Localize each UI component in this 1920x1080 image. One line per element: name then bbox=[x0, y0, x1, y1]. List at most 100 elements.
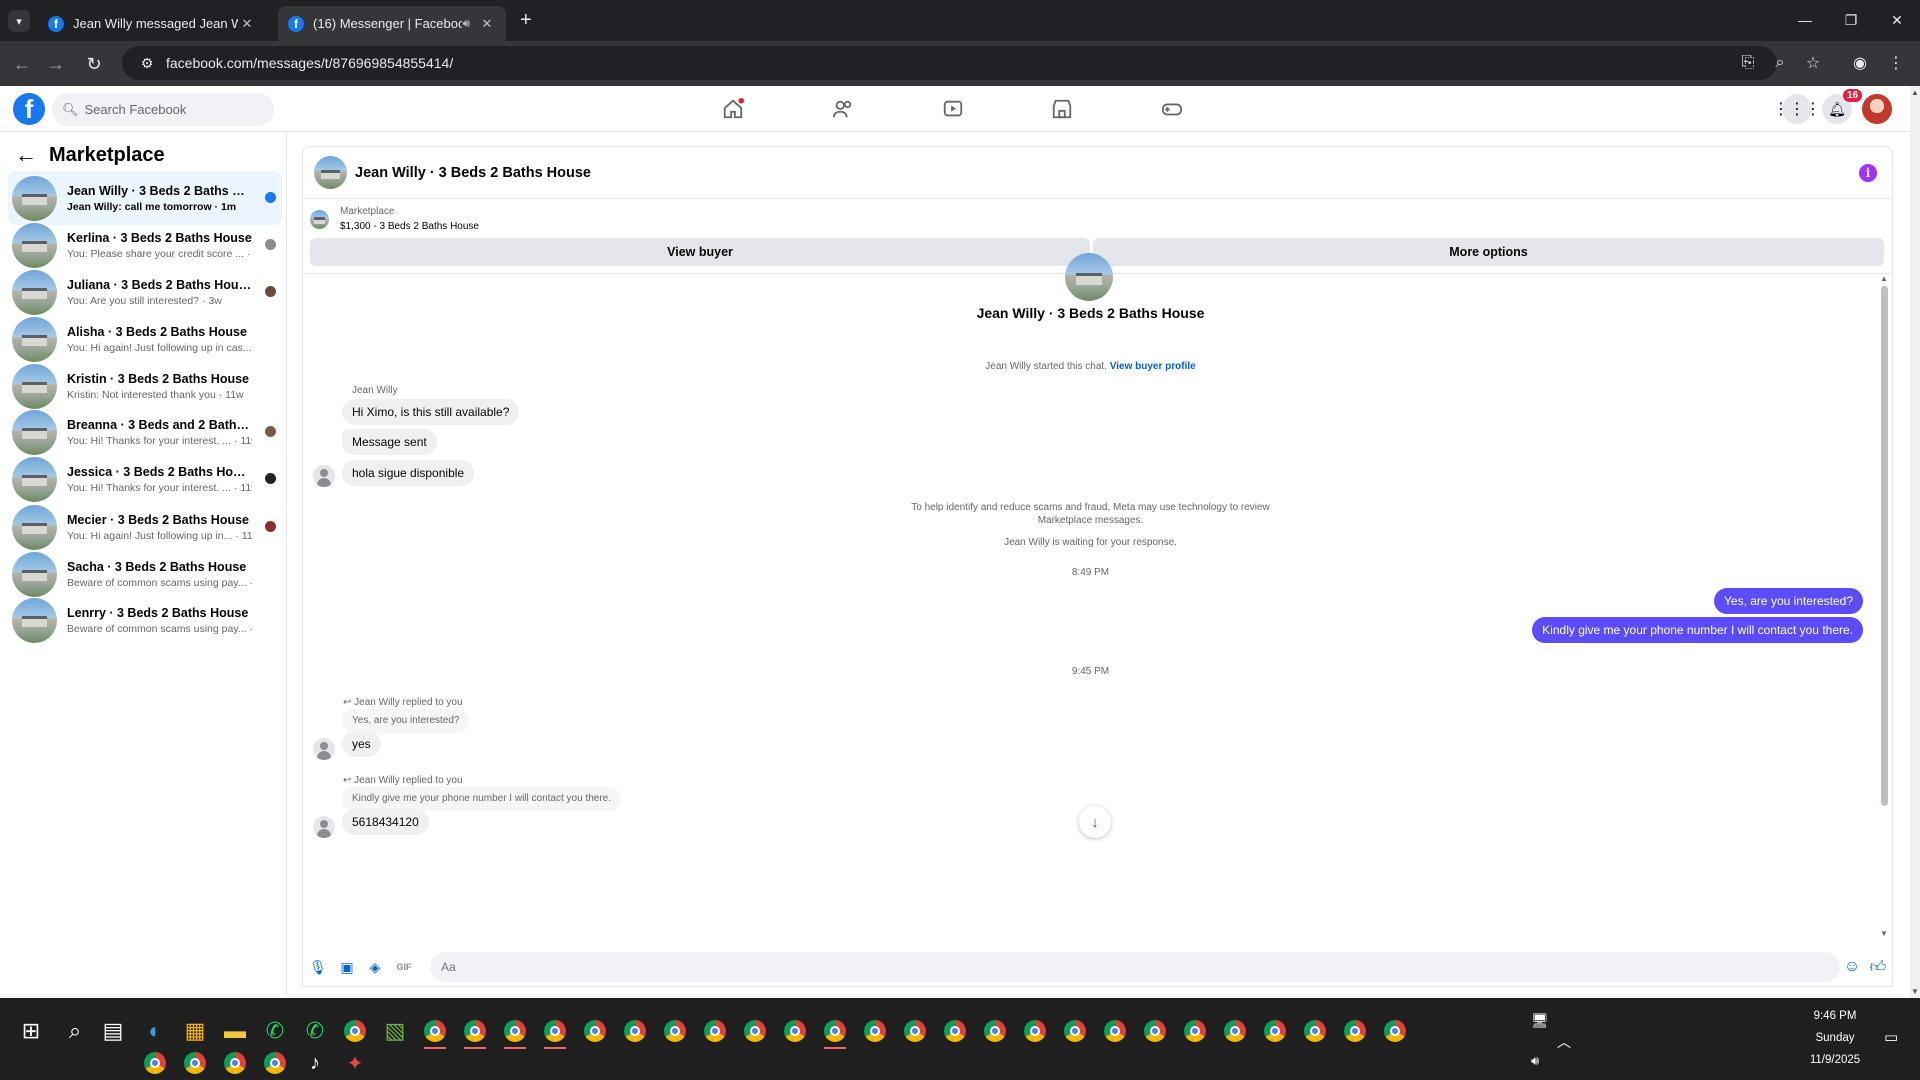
chrome-profile-icon[interactable] bbox=[620, 1016, 650, 1046]
sender-avatar[interactable] bbox=[313, 465, 335, 487]
site-settings-icon[interactable]: ⚙ bbox=[132, 55, 162, 72]
marketplace-icon[interactable] bbox=[1049, 96, 1075, 122]
incoming-message[interactable]: hola sigue disponible bbox=[342, 460, 475, 486]
back-icon[interactable]: ← bbox=[10, 52, 34, 76]
close-tab-icon[interactable]: ✕ bbox=[478, 15, 496, 33]
photo-icon[interactable]: ▣ bbox=[337, 957, 357, 977]
install-app-icon[interactable]: ⎘ bbox=[1737, 52, 1759, 74]
scroll-down-arrow-icon[interactable]: ▼ bbox=[1880, 929, 1888, 938]
volume-icon[interactable]: 🔊︎ bbox=[1531, 1053, 1539, 1069]
sender-avatar[interactable] bbox=[313, 816, 335, 838]
task-view-icon[interactable]: ▤ bbox=[98, 1016, 128, 1046]
clock-time[interactable]: 9:46 PM bbox=[1795, 1010, 1875, 1022]
conversation-item[interactable]: Kerlina · 3 Beds 2 Baths House You: Pleas… bbox=[8, 218, 282, 272]
view-buyer-button[interactable]: View buyer bbox=[310, 238, 1090, 266]
gaming-icon[interactable] bbox=[1159, 96, 1185, 122]
page-scroll-down-icon[interactable]: ▼ bbox=[1911, 987, 1919, 996]
restore-icon[interactable]: ❐ bbox=[1828, 0, 1874, 40]
edge-icon[interactable]: ◐ bbox=[140, 1016, 170, 1046]
chrome-profile-icon[interactable] bbox=[1340, 1016, 1370, 1046]
chrome-profile-icon[interactable] bbox=[460, 1016, 490, 1049]
speaker-icon[interactable]: 🔊︎ bbox=[462, 16, 470, 31]
reload-icon[interactable]: ↻ bbox=[82, 52, 106, 76]
forward-icon[interactable]: → bbox=[44, 52, 68, 76]
menu-grid-icon[interactable]: ⋮⋮⋮ bbox=[1773, 94, 1821, 124]
view-buyer-profile-link[interactable]: View buyer profile bbox=[1110, 361, 1196, 372]
message-input[interactable] bbox=[430, 952, 1840, 982]
gif-icon[interactable]: GIF bbox=[394, 957, 414, 977]
incoming-message[interactable]: yes bbox=[342, 731, 381, 757]
chat-avatar[interactable] bbox=[314, 156, 347, 189]
chrome-profile-icon[interactable] bbox=[500, 1016, 530, 1049]
chrome-profile-icon[interactable] bbox=[940, 1016, 970, 1046]
scrollbar-thumb[interactable] bbox=[1881, 286, 1888, 806]
friends-icon[interactable] bbox=[830, 96, 856, 122]
chrome-profile-icon[interactable] bbox=[1380, 1016, 1410, 1046]
account-avatar[interactable] bbox=[1862, 94, 1892, 124]
conversation-item[interactable]: Juliana · 3 Beds 2 Baths House You: Are y… bbox=[8, 265, 282, 319]
chrome-profile-icon[interactable] bbox=[780, 1016, 810, 1046]
conversation-item[interactable]: Jean Willy · 3 Beds 2 Baths House Jean Wi… bbox=[8, 171, 282, 225]
file-explorer-icon[interactable]: ▬ bbox=[220, 1016, 250, 1046]
clock-date[interactable]: 11/9/2025 bbox=[1795, 1054, 1875, 1066]
show-hidden-icons-icon[interactable]: ︿ bbox=[1557, 1032, 1571, 1052]
chrome-profile-icon[interactable] bbox=[820, 1016, 850, 1049]
conversation-item[interactable]: Alisha · 3 Beds 2 Baths House You: Hi aga… bbox=[8, 312, 282, 366]
browser-tab-1[interactable]: f Jean Willy messaged Jean Willy ✕ bbox=[38, 6, 266, 41]
chrome-profile-icon[interactable] bbox=[140, 1048, 170, 1078]
listing-summary[interactable]: Marketplace $1,300 - 3 Beds 2 Baths Hous… bbox=[310, 204, 479, 234]
chrome-profile-icon[interactable] bbox=[260, 1048, 290, 1078]
emoji-icon[interactable]: ☺ bbox=[1842, 957, 1862, 977]
media-app-icon[interactable]: ✦ bbox=[340, 1048, 370, 1078]
outgoing-message[interactable]: Yes, are you interested? bbox=[1714, 588, 1863, 614]
page-scroll-up-icon[interactable]: ▲ bbox=[1911, 88, 1919, 97]
facebook-logo-icon[interactable]: f bbox=[13, 93, 45, 125]
chrome-profile-icon[interactable] bbox=[580, 1016, 610, 1046]
chrome-profile-icon[interactable] bbox=[540, 1016, 570, 1049]
message-scrollbar[interactable]: ▲ ▼ bbox=[1879, 274, 1890, 938]
browser-tab-2[interactable]: f (16) Messenger | Facebook 🔊︎ ✕ bbox=[278, 6, 506, 41]
chrome-icon[interactable] bbox=[340, 1016, 370, 1046]
browser-menu-icon[interactable]: ⋮ bbox=[1885, 52, 1907, 74]
video-icon[interactable] bbox=[940, 96, 966, 122]
chrome-profile-icon[interactable] bbox=[860, 1016, 890, 1046]
chat-title[interactable]: Jean Willy · 3 Beds 2 Baths House bbox=[355, 165, 591, 181]
sender-avatar[interactable] bbox=[313, 738, 335, 760]
conversation-item[interactable]: Lenrry · 3 Beds 2 Baths House Beware of c… bbox=[8, 593, 282, 647]
microsoft-store-icon[interactable]: ▦ bbox=[180, 1016, 210, 1046]
incoming-message[interactable]: Message sent bbox=[342, 429, 437, 455]
chrome-profile-icon[interactable] bbox=[180, 1048, 210, 1078]
scroll-to-bottom-button[interactable]: ↓ bbox=[1079, 806, 1111, 838]
microphone-icon[interactable]: 🎙︎ bbox=[308, 957, 328, 977]
outgoing-message[interactable]: Kindly give me your phone number I will … bbox=[1532, 617, 1863, 643]
conversation-item[interactable]: Breanna · 3 Beds and 2 Baths H... You: Hi… bbox=[8, 405, 282, 459]
conversation-item[interactable]: Jessica · 3 Beds 2 Baths House You: Hi! T… bbox=[8, 452, 282, 506]
notepad-icon[interactable]: ▧ bbox=[380, 1016, 410, 1046]
home-icon[interactable] bbox=[720, 96, 746, 122]
quoted-message[interactable]: Yes, are you interested? bbox=[342, 709, 470, 733]
close-window-icon[interactable]: ✕ bbox=[1874, 0, 1920, 40]
chrome-profile-icon[interactable] bbox=[220, 1048, 250, 1078]
sticker-icon[interactable]: ◈ bbox=[365, 957, 385, 977]
scroll-up-icon[interactable]: ▲ bbox=[1880, 274, 1888, 283]
profile-icon[interactable]: ◉ bbox=[1849, 52, 1871, 74]
like-thumbs-up-icon[interactable]: 👍︎ bbox=[1868, 957, 1888, 977]
conversation-item[interactable]: Mecier · 3 Beds 2 Baths House You: Hi aga… bbox=[8, 500, 282, 554]
chrome-profile-icon[interactable] bbox=[900, 1016, 930, 1046]
chrome-profile-icon[interactable] bbox=[660, 1016, 690, 1046]
quoted-message[interactable]: Kindly give me your phone number I will … bbox=[342, 787, 622, 811]
page-scrollbar[interactable]: ▲ ▼ bbox=[1910, 86, 1920, 998]
incoming-message[interactable]: Hi Ximo, is this still available? bbox=[342, 399, 520, 425]
incoming-message[interactable]: 5618434120 bbox=[342, 809, 429, 835]
chrome-profile-icon[interactable] bbox=[1180, 1016, 1210, 1046]
chrome-profile-icon[interactable] bbox=[1300, 1016, 1330, 1046]
bookmark-star-icon[interactable]: ☆ bbox=[1802, 52, 1824, 74]
chrome-profile-icon[interactable] bbox=[980, 1016, 1010, 1046]
whatsapp-icon[interactable]: ✆ bbox=[260, 1016, 290, 1046]
chrome-profile-icon[interactable] bbox=[1220, 1016, 1250, 1046]
chrome-profile-icon[interactable] bbox=[420, 1016, 450, 1049]
chrome-profile-icon[interactable] bbox=[1020, 1016, 1050, 1046]
clock-day[interactable]: Sunday bbox=[1795, 1032, 1875, 1044]
search-icon[interactable]: ⌕ bbox=[60, 1016, 90, 1046]
minimize-icon[interactable]: — bbox=[1782, 0, 1828, 40]
